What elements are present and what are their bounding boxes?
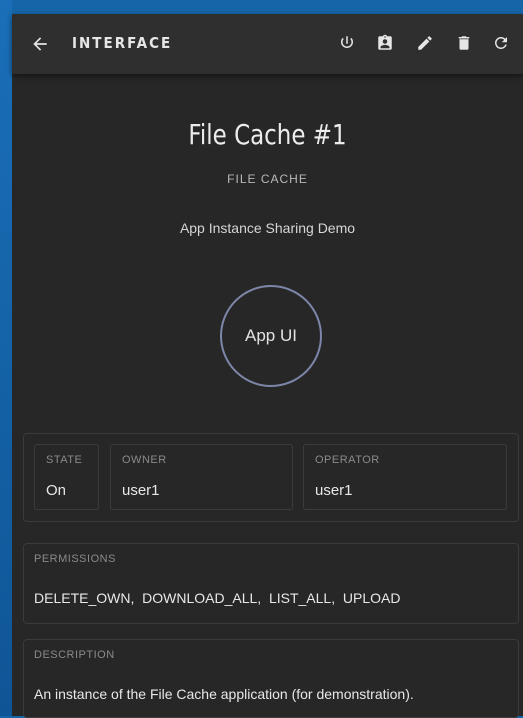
power-icon[interactable] [338,34,356,52]
badge-icon[interactable] [376,34,394,52]
state-label: STATE [46,454,83,466]
app-panel: INTERFACE File Cache #1 FILE CACHE App I… [12,14,523,718]
owner-field: OWNER user1 [110,444,293,510]
state-field: STATE On [34,444,99,510]
app-bar-title: INTERFACE [72,34,173,52]
operator-field: OPERATOR user1 [303,444,507,510]
permissions-label: PERMISSIONS [34,553,116,565]
operator-label: OPERATOR [315,454,380,466]
instance-description: App Instance Sharing Demo [179,220,356,236]
edit-icon[interactable] [416,34,434,52]
owner-value: user1 [122,482,160,499]
operator-value: user1 [315,482,353,499]
permissions-value: DELETE_OWN, DOWNLOAD_ALL, LIST_ALL, UPLO… [34,590,401,606]
description-label: DESCRIPTION [34,649,115,661]
app-bar: INTERFACE [12,14,523,74]
description-card: DESCRIPTION An instance of the File Cach… [23,639,519,718]
description-value: An instance of the File Cache applicatio… [34,686,414,702]
app-ui-label: App UI [245,326,297,345]
state-value: On [46,482,67,499]
window-frame [0,0,12,716]
info-card: STATE On OWNER user1 OPERATOR user1 [23,433,519,522]
instance-title: File Cache #1 [188,118,347,151]
owner-label: OWNER [122,454,167,466]
delete-icon[interactable] [455,34,473,52]
instance-type: FILE CACHE [227,172,308,186]
permissions-card: PERMISSIONS DELETE_OWN, DOWNLOAD_ALL, LI… [23,543,519,624]
refresh-icon[interactable] [492,34,510,52]
app-ui-button[interactable]: App UI [220,285,322,387]
back-arrow-icon[interactable] [30,34,50,54]
